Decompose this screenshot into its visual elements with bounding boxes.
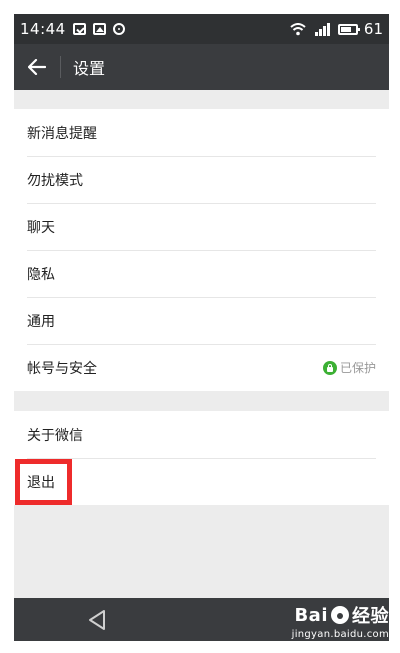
- settings-item-label: 勿扰模式: [27, 172, 83, 189]
- lock-icon: [322, 360, 337, 375]
- image-notification-icon: [92, 23, 106, 35]
- back-button[interactable]: [14, 44, 60, 90]
- triangle-back-icon: [89, 609, 105, 630]
- watermark-brand-post: 经验: [352, 606, 389, 627]
- settings-item-chat[interactable]: 聊天: [14, 203, 389, 250]
- settings-item-about[interactable]: 关于微信: [14, 411, 389, 458]
- title-bar: 设置: [14, 44, 389, 90]
- status-bar: 14:44 61: [14, 14, 389, 44]
- security-status: 已保护: [322, 359, 376, 376]
- settings-item-label: 聊天: [27, 219, 55, 236]
- title-divider: [60, 56, 61, 78]
- status-time: 14:44: [20, 20, 66, 38]
- paw-logo-icon: [331, 606, 349, 624]
- settings-group-main: 新消息提醒 勿扰模式 聊天 隐私 通用 帐号与安全 已保护: [14, 109, 389, 391]
- settings-item-privacy[interactable]: 隐私: [14, 250, 389, 297]
- status-right: 61: [290, 20, 383, 38]
- settings-item-do-not-disturb[interactable]: 勿扰模式: [14, 156, 389, 203]
- watermark-url: jingyan.baidu.com: [291, 629, 389, 640]
- watermark-brand: Bai 经验: [292, 602, 389, 628]
- settings-item-logout[interactable]: 退出: [14, 458, 389, 505]
- security-status-label: 已保护: [339, 361, 376, 375]
- settings-item-account-security[interactable]: 帐号与安全 已保护: [14, 344, 389, 391]
- battery-level: 61: [363, 20, 383, 38]
- arrow-left-icon: [28, 59, 46, 75]
- battery-icon: [337, 23, 360, 35]
- settings-item-label: 通用: [27, 313, 55, 330]
- settings-item-label: 帐号与安全: [27, 360, 97, 377]
- page-title: 设置: [73, 59, 106, 78]
- settings-item-notifications[interactable]: 新消息提醒: [14, 109, 389, 156]
- wifi-icon: [290, 22, 306, 35]
- settings-item-label: 关于微信: [27, 427, 83, 444]
- settings-item-label: 新消息提醒: [27, 125, 97, 142]
- phone-screen: 14:44 61 设置 新消息提醒 勿扰模式 聊天 隐私 通用 帐号与安全 已保…: [14, 14, 389, 641]
- watermark: Bai 经验 jingyan.baidu.com: [291, 602, 389, 641]
- mail-notification-icon: [72, 23, 86, 35]
- signal-icon: [314, 22, 330, 36]
- watermark-brand-pre: Bai: [294, 604, 328, 626]
- nav-back-button[interactable]: [82, 605, 112, 635]
- settings-group-secondary: 关于微信 退出: [14, 411, 389, 505]
- settings-item-general[interactable]: 通用: [14, 297, 389, 344]
- settings-item-label: 隐私: [27, 266, 55, 283]
- sync-notification-icon: [112, 23, 125, 35]
- settings-item-label: 退出: [27, 474, 55, 491]
